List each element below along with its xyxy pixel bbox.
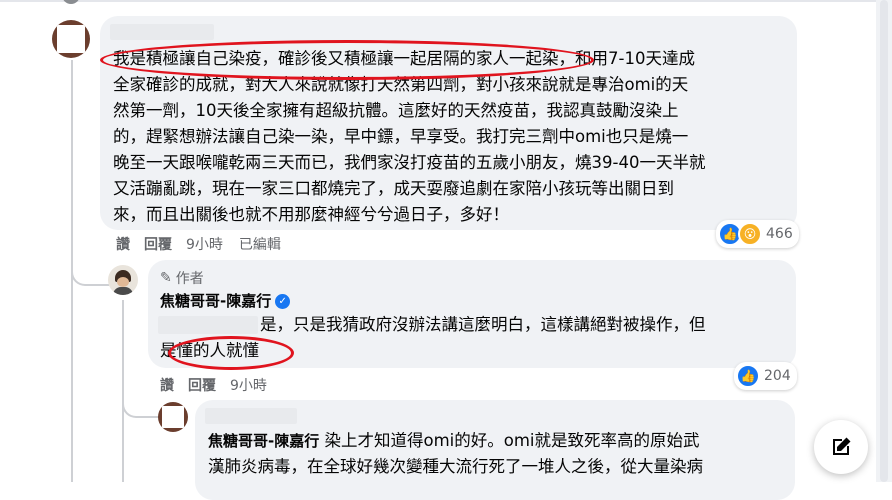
- reply2-text-line2: 漢肺炎病毒，在全球好幾次變種大流行死了一堆人之後，從大量染病: [208, 457, 703, 476]
- commenter-name-redacted[interactable]: [205, 408, 297, 424]
- red-annotation-oval: [100, 40, 594, 80]
- reply2-text: 染上才知道得omi的好。omi就是致死率高的原始武: [319, 431, 700, 450]
- timestamp[interactable]: 9小時: [230, 375, 267, 395]
- author-badge-label: 作者: [175, 271, 204, 287]
- commenter-name-redacted[interactable]: [110, 24, 214, 40]
- pen-icon: ✎: [160, 270, 172, 286]
- comment-line: 又活蹦亂跳，現在一家三口都燒完了，成天耍廢追劇在家陪小孩玩等出關日到: [113, 179, 674, 198]
- nested-thread-line: [122, 300, 124, 482]
- thread-curve: [71, 260, 109, 286]
- reaction-summary[interactable]: 👍 204: [734, 362, 797, 390]
- author-name-label[interactable]: 焦糖哥哥-陳嘉行: [160, 292, 271, 310]
- reply2-text-line1: 焦糖哥哥-陳嘉行 染上才知道得omi的好。omi就是致死率高的原始武: [208, 428, 699, 454]
- reply-actions: 讚 回覆 9小時: [160, 375, 267, 395]
- commenter-avatar[interactable]: [158, 402, 188, 432]
- comment-line: 然第一劑，10天後全家擁有超級抗體。這麼好的天然疫苗，我認真鼓勵沒染上: [113, 101, 679, 120]
- author-badge: ✎ 作者: [160, 268, 204, 288]
- author-name[interactable]: 焦糖哥哥-陳嘉行 ✓: [160, 290, 291, 311]
- compose-button[interactable]: [814, 420, 868, 474]
- nested-thread-curve: [122, 392, 160, 418]
- edited-label: 已編輯: [238, 237, 281, 253]
- mention-redacted[interactable]: [158, 316, 258, 334]
- reaction-count: 204: [764, 368, 791, 384]
- mention-author-name[interactable]: 焦糖哥哥-陳嘉行: [208, 432, 319, 450]
- author-avatar[interactable]: [108, 265, 138, 295]
- verified-check-icon: ✓: [275, 294, 291, 309]
- scrollbar-thumb[interactable]: [880, 0, 888, 482]
- reply-text-line1: 是，只是我猜政府沒辦法講這麼明白，這樣講絕對被操作，但: [260, 315, 706, 334]
- like-link[interactable]: 讚: [160, 375, 174, 395]
- reaction-summary[interactable]: 👍 😮 466: [716, 220, 799, 248]
- comment-line: 來，而且出關後也就不用那麼神經兮兮過日子，多好！: [113, 205, 509, 224]
- reply-link[interactable]: 回覆: [144, 234, 172, 254]
- comment-actions: 讚 回覆 9小時 已編輯: [116, 234, 281, 254]
- timestamp[interactable]: 9小時: [186, 234, 223, 254]
- commenter-avatar[interactable]: [52, 20, 90, 58]
- like-link[interactable]: 讚: [116, 234, 130, 254]
- reply-link[interactable]: 回覆: [188, 375, 216, 395]
- reaction-count: 466: [766, 226, 793, 242]
- top-divider: [0, 0, 876, 2]
- wow-reaction-icon: 😮: [738, 222, 762, 246]
- compose-icon: [833, 437, 851, 455]
- red-annotation-oval: [168, 336, 294, 370]
- like-reaction-icon: 👍: [736, 364, 760, 388]
- previous-avatar: [62, 0, 80, 4]
- scrollbar-track[interactable]: [876, 0, 892, 482]
- comment-line: 晚至一天跟喉嚨乾兩三天而已，我們家沒打疫苗的五歲小朋友，燒39-40一天半就: [113, 153, 706, 172]
- comment-line: 的，趕緊想辦法讓自己染一染，早中鏢，早享受。我打完三劑中omi也只是燒一: [113, 127, 689, 146]
